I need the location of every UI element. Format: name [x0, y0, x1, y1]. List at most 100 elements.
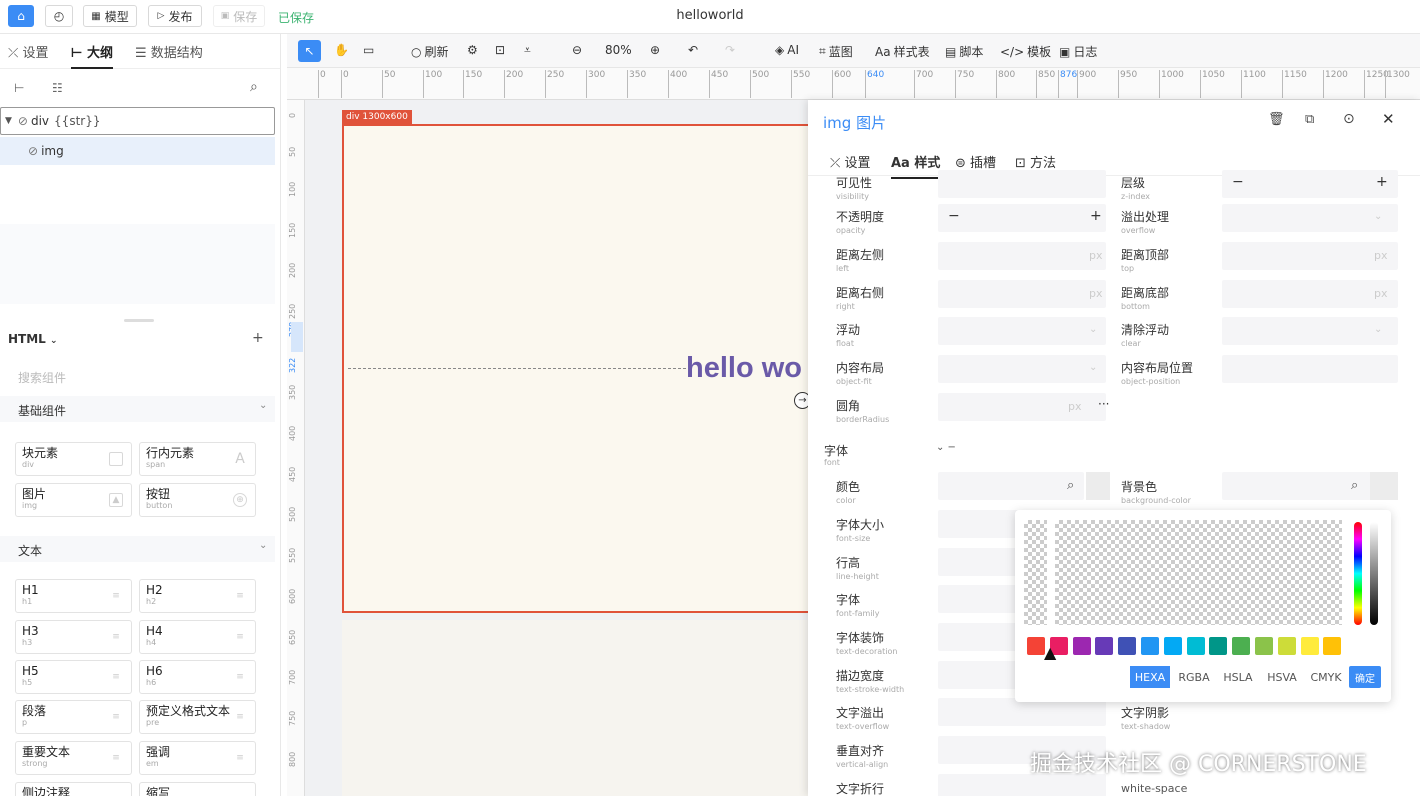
- plus-icon[interactable]: +: [1376, 174, 1388, 190]
- prop-input[interactable]: [1222, 280, 1398, 308]
- refresh-button[interactable]: ○ 刷新: [411, 43, 449, 60]
- hello-text[interactable]: hello wo: [686, 352, 808, 385]
- component-card[interactable]: 段落 p ≡: [15, 700, 132, 734]
- component-card[interactable]: 侧边注释≡: [15, 782, 132, 796]
- color-swatch[interactable]: [1300, 637, 1319, 655]
- confirm-button[interactable]: 确定: [1349, 666, 1381, 688]
- color-swatch[interactable]: [1027, 637, 1045, 655]
- prop-input[interactable]: [938, 317, 1106, 345]
- color-swatch[interactable]: [1086, 472, 1110, 500]
- color-swatch[interactable]: [1209, 637, 1228, 655]
- minus-icon[interactable]: −: [1232, 174, 1244, 190]
- component-card[interactable]: 重要文本 strong ≡: [15, 741, 132, 775]
- rect-tool-button[interactable]: ▭: [363, 43, 374, 57]
- prop-input[interactable]: [1222, 355, 1398, 383]
- color-format-rgba[interactable]: RGBA: [1174, 666, 1214, 688]
- background-color-input[interactable]: [1222, 472, 1384, 500]
- tab-methods[interactable]: ⊡ 方法: [1015, 152, 1056, 171]
- add-icon[interactable]: +: [252, 330, 264, 346]
- chevron-down-icon[interactable]: ⌄ −: [936, 442, 956, 453]
- prop-input[interactable]: [1222, 242, 1398, 270]
- color-swatch[interactable]: [1277, 637, 1296, 655]
- tab-slots[interactable]: ⊜ 插槽: [955, 152, 996, 171]
- component-search-input[interactable]: 搜索组件: [18, 369, 66, 386]
- close-icon[interactable]: ✕: [1382, 110, 1395, 128]
- color-format-hsva[interactable]: HSVA: [1262, 666, 1302, 688]
- zoom-level[interactable]: 80%: [605, 43, 632, 57]
- settings-tool-button[interactable]: ⚙: [467, 43, 478, 57]
- template-button[interactable]: </> 模板: [1000, 43, 1051, 60]
- prop-input[interactable]: [1222, 204, 1398, 232]
- component-card-img[interactable]: 图片 img ▲: [15, 483, 132, 517]
- script-button[interactable]: ▤ 脚本: [945, 43, 983, 60]
- component-card-div[interactable]: 块元素 div: [15, 442, 132, 476]
- component-card-button[interactable]: 按钮 button ⊕: [139, 483, 256, 517]
- tree-view-icon[interactable]: ⊢: [14, 81, 24, 95]
- target-icon[interactable]: ⊙: [1343, 111, 1355, 127]
- component-card[interactable]: H5 h5 ≡: [15, 660, 132, 694]
- search-icon[interactable]: ⌕: [250, 79, 258, 95]
- prop-input[interactable]: [938, 170, 1106, 198]
- component-card-span[interactable]: 行内元素 span A: [139, 442, 256, 476]
- color-swatch[interactable]: [1186, 637, 1205, 655]
- ai-button[interactable]: ◈ AI: [775, 43, 799, 57]
- component-card[interactable]: H2 h2 ≡: [139, 579, 256, 613]
- component-card[interactable]: H1 h1 ≡: [15, 579, 132, 613]
- color-saturation-area[interactable]: [1055, 520, 1342, 625]
- component-card[interactable]: H6 h6 ≡: [139, 660, 256, 694]
- component-card[interactable]: H3 h3 ≡: [15, 620, 132, 654]
- tab-data-structure[interactable]: ☰ 数据结构: [135, 42, 203, 61]
- hand-tool-button[interactable]: ✋: [334, 43, 349, 57]
- blueprint-button[interactable]: ⌗ 蓝图: [819, 43, 853, 60]
- component-card[interactable]: H4 h4 ≡: [139, 620, 256, 654]
- color-format-hsla[interactable]: HSLA: [1218, 666, 1258, 688]
- zoom-in-button[interactable]: ⊕: [650, 43, 660, 57]
- html-section-header[interactable]: HTML ⌄: [8, 332, 58, 346]
- resize-handle[interactable]: [124, 319, 154, 322]
- color-swatch[interactable]: [1232, 637, 1251, 655]
- prop-input[interactable]: [938, 242, 1106, 270]
- color-format-cmyk[interactable]: CMYK: [1306, 666, 1346, 688]
- copy-icon[interactable]: ⧉: [1305, 112, 1314, 127]
- redo-button[interactable]: ↷: [725, 43, 735, 57]
- basic-group-header[interactable]: 基础组件 ⌄: [0, 396, 275, 422]
- filter-button[interactable]: ⩡: [524, 43, 531, 58]
- color-swatch[interactable]: [1095, 637, 1114, 655]
- alpha-slider[interactable]: [1370, 522, 1378, 625]
- color-swatch[interactable]: [1141, 637, 1159, 655]
- prop-input[interactable]: [1222, 317, 1398, 345]
- tab-settings[interactable]: ⤫ 设置: [830, 152, 871, 171]
- list-view-icon[interactable]: ☷: [52, 81, 63, 95]
- component-card[interactable]: 强调 em ≡: [139, 741, 256, 775]
- bg-color-swatch[interactable]: [1370, 472, 1398, 500]
- text-group-header[interactable]: 文本 ⌄: [0, 536, 275, 562]
- undo-button[interactable]: ↶: [688, 43, 698, 57]
- zoom-out-button[interactable]: ⊖: [572, 43, 582, 57]
- tree-node-img[interactable]: ⊘ img: [0, 137, 275, 165]
- prop-input[interactable]: [938, 355, 1106, 383]
- color-swatch[interactable]: [1072, 637, 1091, 655]
- stylesheet-button[interactable]: Aa 样式表: [875, 43, 930, 60]
- prop-input[interactable]: [938, 280, 1106, 308]
- color-swatch[interactable]: [1323, 637, 1342, 655]
- font-prop-input[interactable]: [938, 472, 1084, 500]
- plus-icon[interactable]: +: [1090, 208, 1102, 224]
- component-card[interactable]: 预定义格式文本 pre ≡: [139, 700, 256, 734]
- trash-icon[interactable]: 🗑: [1268, 112, 1285, 127]
- select-tool-button[interactable]: ↖: [298, 40, 321, 62]
- color-swatch[interactable]: [1118, 637, 1137, 655]
- font-section-header[interactable]: 字体: [824, 442, 848, 459]
- component-card[interactable]: 缩写≡: [139, 782, 256, 796]
- export-button[interactable]: ⊡: [495, 43, 505, 57]
- log-button[interactable]: ▣ 日志: [1059, 43, 1097, 60]
- color-swatch[interactable]: [1255, 637, 1273, 655]
- tab-style[interactable]: Aa 样式: [891, 152, 941, 179]
- prop-input[interactable]: [938, 204, 1106, 232]
- font-prop-input[interactable]: [938, 698, 1106, 726]
- tab-settings[interactable]: ⤫ 设置: [8, 42, 49, 61]
- color-swatch[interactable]: [1163, 637, 1182, 655]
- tab-outline[interactable]: ⊢ 大纲: [70, 42, 113, 69]
- tree-node-div[interactable]: ▼ ⊘ div {{str}}: [0, 107, 275, 135]
- hue-slider[interactable]: [1354, 522, 1362, 625]
- more-icon[interactable]: ···: [1098, 397, 1109, 411]
